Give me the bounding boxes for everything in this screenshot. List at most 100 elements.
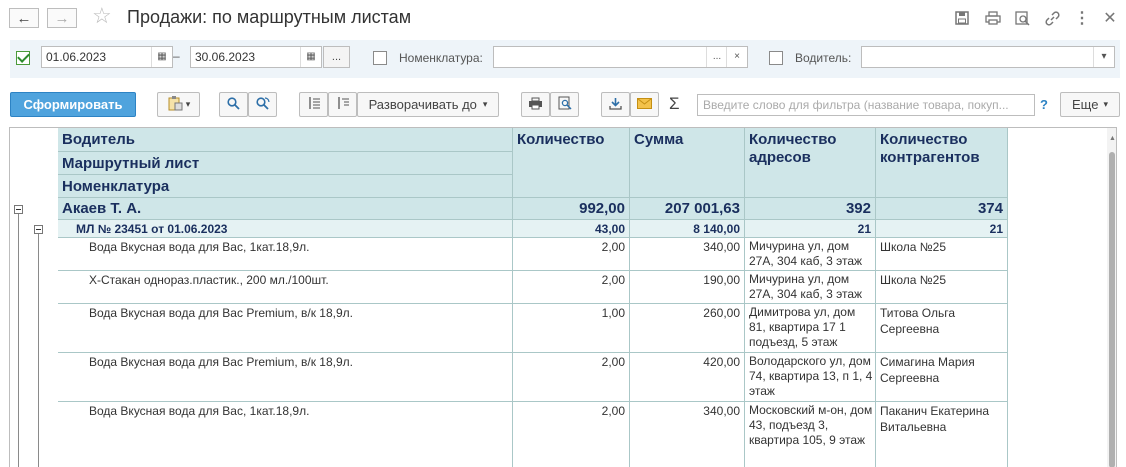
group-counterparties: 374: [876, 198, 1008, 220]
date-to-value: 30.06.2023: [195, 50, 256, 64]
row-5-nomenclature: Вода Вкусная вода для Вас, 1кат.18,9л.: [58, 402, 513, 467]
scroll-up-icon[interactable]: ▲: [1109, 135, 1116, 142]
page-title: Продажи: по маршрутным листам: [127, 7, 412, 27]
header-driver: Водитель: [58, 128, 513, 152]
nomenclature-label: Номенклатура:: [399, 51, 483, 65]
back-button[interactable]: ←: [9, 8, 39, 28]
filter-search-input[interactable]: Введите слово для фильтра (название това…: [697, 94, 1035, 116]
link-icon[interactable]: [1043, 9, 1061, 27]
nomenclature-field[interactable]: ... ×: [493, 46, 748, 68]
collapse-group-icon[interactable]: [14, 205, 23, 214]
sum-icon[interactable]: Σ: [669, 94, 680, 114]
expand-to-dropdown[interactable]: Разворачивать до ▾: [357, 92, 499, 117]
group-quantity: 992,00: [513, 198, 630, 220]
calendar-icon[interactable]: ▦: [300, 47, 321, 67]
subgroup-sum: 8 140,00: [630, 220, 745, 238]
row-4-quantity: 2,00: [513, 353, 630, 402]
print-button[interactable]: [521, 92, 550, 117]
dropdown-icon[interactable]: ▾: [1093, 47, 1114, 67]
row-3-counterparty: Титова Ольга Сергеевна: [876, 304, 1008, 353]
collapse-subgroup-icon[interactable]: [34, 225, 43, 234]
group-driver-name: Акаев Т. А.: [58, 198, 513, 220]
date-from-field[interactable]: 01.06.2023 ▦: [41, 46, 173, 68]
header-nomenclature: Номенклатура: [58, 175, 513, 198]
printer-icon: [528, 97, 543, 113]
row-2-sum: 190,00: [630, 271, 745, 304]
row-4-sum: 420,00: [630, 353, 745, 402]
tree-guide-line: [38, 234, 39, 467]
driver-checkbox[interactable]: [769, 51, 783, 65]
driver-field[interactable]: ▾: [861, 46, 1115, 68]
save-to-file-button[interactable]: [601, 92, 630, 117]
chevron-down-icon: ▾: [185, 99, 191, 109]
clear-icon[interactable]: ×: [726, 47, 747, 67]
row-5-sum: 340,00: [630, 402, 745, 467]
back-arrow-icon: ←: [16, 9, 32, 27]
row-3-sum: 260,00: [630, 304, 745, 353]
nomenclature-checkbox[interactable]: [373, 51, 387, 65]
generate-button[interactable]: Сформировать: [10, 92, 136, 117]
vertical-scrollbar[interactable]: ▲: [1107, 128, 1116, 467]
close-icon[interactable]: ✕: [1101, 9, 1119, 27]
date-from-value: 01.06.2023: [46, 50, 107, 64]
subgroup-counterparties: 21: [876, 220, 1008, 238]
row-1-nomenclature: Вода Вкусная вода для Вас, 1кат.18,9л.: [58, 238, 513, 271]
forward-button[interactable]: →: [47, 8, 77, 28]
date-to-field[interactable]: 30.06.2023 ▦: [190, 46, 322, 68]
row-3-address: Димитрова ул, дом 81, квартира 17 1 подъ…: [745, 304, 876, 353]
row-5-quantity: 2,00: [513, 402, 630, 467]
subgroup-route-sheet: МЛ № 23451 от 01.06.2023: [58, 220, 513, 238]
row-2-counterparty: Школа №25: [876, 271, 1008, 304]
favorite-star-icon[interactable]: ☆: [92, 3, 112, 29]
group-sum: 207 001,63: [630, 198, 745, 220]
send-email-button[interactable]: [630, 92, 659, 117]
row-4-address: Володарского ул, дом 74, квартира 13, п …: [745, 353, 876, 402]
expand-all-button[interactable]: [328, 92, 357, 117]
print-icon[interactable]: [984, 9, 1002, 27]
date-separator: –: [173, 49, 180, 63]
tree-guide-line: [18, 214, 19, 467]
period-select-button[interactable]: ...: [323, 46, 350, 68]
more-actions-icon[interactable]: ⋮: [1073, 9, 1091, 27]
help-icon[interactable]: ?: [1040, 97, 1048, 112]
download-icon: [609, 97, 622, 113]
calendar-icon[interactable]: ▦: [151, 47, 172, 67]
print-preview-button[interactable]: [550, 92, 579, 117]
expand-rows-icon: [336, 96, 350, 113]
filter-bar: 01.06.2023 ▦ – 30.06.2023 ▦ ... Номенкла…: [10, 40, 1120, 78]
save-icon[interactable]: [953, 9, 971, 27]
nomenclature-pick-button[interactable]: ...: [706, 47, 727, 67]
row-2-quantity: 2,00: [513, 271, 630, 304]
chevron-down-icon: ▾: [482, 99, 488, 109]
preview-icon: [558, 96, 572, 113]
more-button[interactable]: Еще ▾: [1060, 92, 1120, 117]
collapse-all-button[interactable]: [299, 92, 328, 117]
row-2-nomenclature: Х-Стакан однораз.пластик., 200 мл./100шт…: [58, 271, 513, 304]
header-counterparties: Количество контрагентов: [876, 128, 1008, 198]
header-addresses: Количество адресов: [745, 128, 876, 198]
row-4-counterparty: Симагина Мария Сергеевна: [876, 353, 1008, 402]
driver-label: Водитель:: [795, 51, 852, 65]
subgroup-addresses: 21: [745, 220, 876, 238]
report-spreadsheet[interactable]: Водитель Маршрутный лист Номенклатура Ко…: [9, 127, 1117, 467]
clipboard-settings-icon: [167, 95, 183, 114]
header-route-sheet: Маршрутный лист: [58, 152, 513, 175]
row-1-sum: 340,00: [630, 238, 745, 271]
find-button[interactable]: [219, 92, 248, 117]
row-2-address: Мичурина ул, дом 27А, 304 каб, 3 этаж: [745, 271, 876, 304]
header-quantity: Количество: [513, 128, 630, 198]
scrollbar-thumb[interactable]: [1109, 152, 1115, 467]
search-next-icon: [255, 96, 270, 113]
expand-to-label: Разворачивать до: [368, 97, 477, 112]
variants-button[interactable]: ▾: [157, 92, 200, 117]
preview-icon[interactable]: [1013, 9, 1031, 27]
row-5-counterparty: Паканич Екатерина Витальевна: [876, 402, 1008, 467]
chevron-down-icon: ▾: [1103, 99, 1108, 109]
subgroup-quantity: 43,00: [513, 220, 630, 238]
title-bar: ← → ☆ Продажи: по маршрутным листам ⋮ ✕: [0, 0, 1126, 38]
find-next-button[interactable]: [248, 92, 277, 117]
row-3-quantity: 1,00: [513, 304, 630, 353]
forward-arrow-icon: →: [54, 9, 70, 27]
header-sum: Сумма: [630, 128, 745, 198]
period-checkbox[interactable]: [16, 51, 30, 65]
